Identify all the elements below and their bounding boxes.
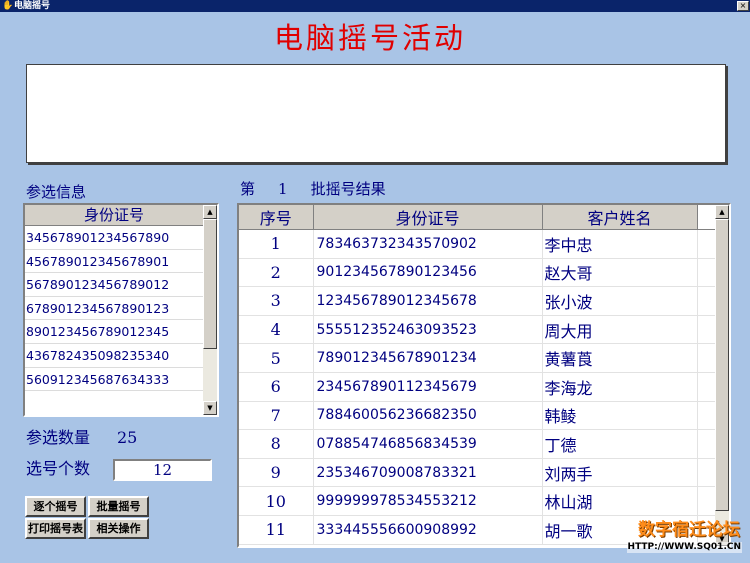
row-filler	[697, 343, 717, 373]
participant-id-item[interactable]: 345678901234567890	[25, 226, 203, 250]
row-filler	[697, 372, 717, 402]
result-id-cell: 788460056236682350	[313, 401, 543, 431]
batch-suffix: 批摇号结果	[310, 180, 386, 198]
result-id-cell: 999999978534553212	[313, 486, 543, 516]
watermark-logo: 数字宿迁论坛	[638, 520, 740, 540]
participant-id-item[interactable]: 456789012345678901	[25, 250, 203, 274]
row-filler	[697, 486, 717, 516]
result-seq-cell: 5	[239, 343, 314, 373]
result-id-cell: 789012345678901234	[313, 343, 543, 373]
result-seq-cell: 10	[239, 486, 314, 516]
draw-display-box	[26, 64, 726, 163]
result-row[interactable]: 1 783463732343570902 李中忠	[239, 229, 717, 259]
header-filler	[697, 205, 717, 230]
results-scroll-thumb[interactable]	[715, 219, 729, 511]
single-draw-button[interactable]: 逐个摇号	[25, 496, 86, 517]
row-filler	[697, 429, 717, 459]
participant-id-item[interactable]: 436782435098235340	[25, 344, 203, 368]
result-seq-cell: 6	[239, 372, 314, 402]
scroll-up-arrow-icon[interactable]: ▲	[203, 205, 217, 219]
result-row[interactable]: 6 234567890112345679 李海龙	[239, 372, 717, 402]
row-filler	[697, 458, 717, 488]
participants-column-header: 身份证号	[25, 205, 203, 226]
batch-prefix: 第	[240, 180, 256, 198]
participant-id-item[interactable]: 678901234567890123	[25, 297, 203, 321]
result-row[interactable]: 2 901234567890123456 赵大哥	[239, 258, 717, 288]
id-column-header: 身份证号	[313, 205, 543, 230]
result-row[interactable]: 10 999999978534553212 林山湖	[239, 486, 717, 516]
result-id-cell: 078854746856834539	[313, 429, 543, 459]
result-name-cell: 韩鲮	[542, 401, 698, 431]
print-draw-table-button[interactable]: 打印摇号表	[25, 518, 86, 539]
result-row[interactable]: 4 555512352463093523 周大用	[239, 315, 717, 345]
results-grid[interactable]: 序号 身份证号 客户姓名 1 783463732343570902 李中忠 2 9012…	[237, 203, 731, 548]
pick-count-label: 选号个数	[26, 459, 91, 478]
seq-column-header: 序号	[239, 205, 314, 230]
batch-number: 1	[278, 180, 288, 198]
scroll-down-arrow-icon[interactable]: ▼	[203, 401, 217, 415]
result-name-cell: 李中忠	[542, 229, 698, 259]
result-seq-cell: 2	[239, 258, 314, 288]
window-titlebar: ✋ 电脑摇号 ×	[0, 0, 750, 12]
result-id-cell: 555512352463093523	[313, 315, 543, 345]
participant-count-value: 25	[117, 428, 138, 447]
participants-scrollbar[interactable]: ▲ ▼	[203, 205, 217, 415]
result-row[interactable]: 8 078854746856834539 丁德	[239, 429, 717, 459]
result-seq-cell: 4	[239, 315, 314, 345]
results-table: 序号 身份证号 客户姓名 1 783463732343570902 李中忠 2 9012…	[239, 205, 717, 545]
participant-id-item[interactable]: 560912345687634333	[25, 368, 203, 392]
result-row[interactable]: 5 789012345678901234 黄薯莨	[239, 343, 717, 373]
participants-rows: 345678901234567890 456789012345678901 5678…	[25, 226, 203, 392]
row-filler	[697, 258, 717, 288]
batch-result-label: 第 1 批摇号结果	[240, 180, 386, 198]
result-id-cell: 901234567890123456	[313, 258, 543, 288]
row-filler	[697, 401, 717, 431]
name-column-header: 客户姓名	[542, 205, 698, 230]
result-name-cell: 黄薯莨	[542, 343, 698, 373]
result-name-cell: 刘两手	[542, 458, 698, 488]
result-row[interactable]: 7 788460056236682350 韩鲮	[239, 401, 717, 431]
participants-list[interactable]: 身份证号 345678901234567890 45678901234567890…	[23, 203, 219, 417]
scroll-up-arrow-icon[interactable]: ▲	[715, 205, 729, 219]
result-name-cell: 赵大哥	[542, 258, 698, 288]
related-operations-button[interactable]: 相关操作	[88, 518, 149, 539]
window-title: 电脑摇号	[14, 1, 51, 11]
hand-icon: ✋	[2, 1, 14, 11]
result-id-cell: 783463732343570902	[313, 229, 543, 259]
result-name-cell: 李海龙	[542, 372, 698, 402]
result-seq-cell: 9	[239, 458, 314, 488]
pick-count-input[interactable]: 12	[113, 459, 212, 481]
result-name-cell: 林山湖	[542, 486, 698, 516]
row-filler	[697, 315, 717, 345]
row-filler	[697, 286, 717, 316]
result-seq-cell: 1	[239, 229, 314, 259]
participant-count-label: 参选数量	[26, 428, 91, 447]
result-seq-cell: 11	[239, 515, 314, 545]
result-name-cell: 丁德	[542, 429, 698, 459]
result-id-cell: 333445556600908992	[313, 515, 543, 545]
result-seq-cell: 8	[239, 429, 314, 459]
result-row[interactable]: 9 235346709008783321 刘两手	[239, 458, 717, 488]
result-seq-cell: 7	[239, 401, 314, 431]
results-header-row: 序号 身份证号 客户姓名	[239, 205, 717, 230]
participant-id-item[interactable]: 567890123456789012	[25, 273, 203, 297]
result-name-cell: 周大用	[542, 315, 698, 345]
result-id-cell: 123456789012345678	[313, 286, 543, 316]
close-button[interactable]: ×	[737, 1, 749, 11]
result-id-cell: 235346709008783321	[313, 458, 543, 488]
page-title: 电脑摇号活动	[273, 21, 466, 55]
watermark-url: HTTP://WWW.SQ01.CN	[626, 542, 742, 553]
participant-id-item[interactable]: 890123456789012345	[25, 320, 203, 344]
results-rows: 1 783463732343570902 李中忠 2 90123456789012345…	[239, 229, 717, 545]
result-id-cell: 234567890112345679	[313, 372, 543, 402]
result-row[interactable]: 3 123456789012345678 张小波	[239, 286, 717, 316]
result-seq-cell: 3	[239, 286, 314, 316]
batch-draw-button[interactable]: 批量摇号	[88, 496, 149, 517]
results-scrollbar[interactable]: ▲ ▼	[715, 205, 729, 546]
result-name-cell: 张小波	[542, 286, 698, 316]
participants-label: 参选信息	[26, 183, 87, 201]
participants-scroll-thumb[interactable]	[203, 219, 217, 349]
row-filler	[697, 229, 717, 259]
